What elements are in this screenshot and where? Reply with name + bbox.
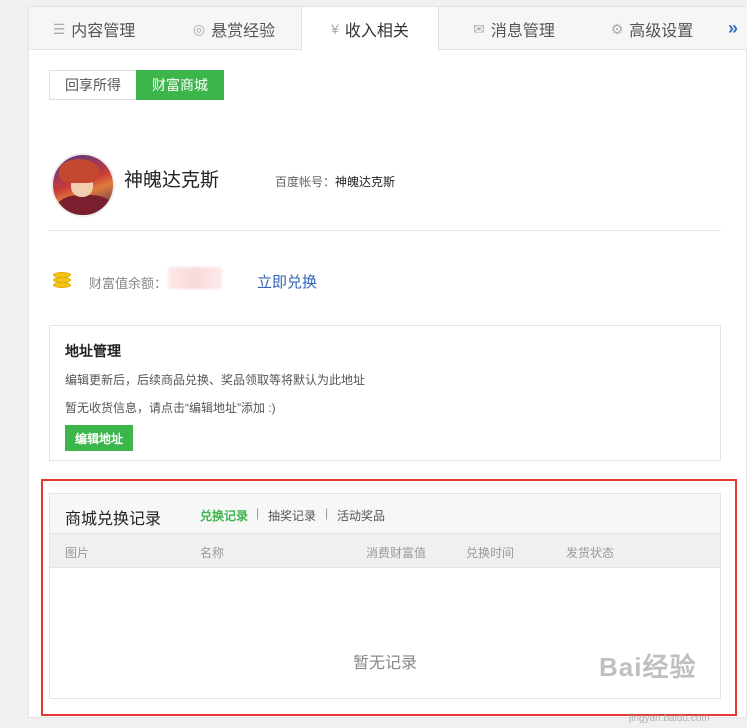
address-title: 地址管理 (65, 343, 121, 359)
records-table-header: 图片 名称 消费财富值 兑换时间 发货状态 (50, 534, 720, 568)
records-title: 商城兑换记录 (65, 511, 162, 528)
column-header-name: 名称 (200, 546, 225, 560)
tab-exchange-records[interactable]: 兑换记录 (200, 507, 248, 524)
tab-advanced-settings[interactable]: ⚙ 高级设置 (587, 7, 717, 50)
address-empty-hint: 暂无收货信息，请点击“编辑地址”添加 :) (65, 401, 276, 415)
account-value: 神魄达克斯 (335, 175, 396, 189)
tab-separator: | (325, 506, 329, 520)
sub-tabs: 回享所得 财富商城 (49, 70, 224, 100)
column-header-image: 图片 (65, 546, 90, 560)
coin-icon: ◎ (192, 20, 206, 37)
divider (49, 230, 721, 231)
tab-bounty-experience[interactable]: ◎ 悬赏经验 (169, 7, 299, 50)
coin-stack-icon (53, 270, 71, 288)
wealth-balance-value-blurred (168, 267, 222, 289)
address-management-box: 地址管理 编辑更新后，后续商品兑换、奖品领取等将默认为此地址 暂无收货信息，请点… (49, 325, 721, 461)
main-panel: ☰ 内容管理 ◎ 悬赏经验 ¥ 收入相关 ✉ 消息管理 ⚙ 高级设置 » 回享所… (28, 6, 747, 724)
baidu-jingyan-watermark: Bai经验 (599, 652, 697, 682)
wealth-balance-label: 财富值余额： (89, 276, 168, 291)
subtab-share-earnings[interactable]: 回享所得 (49, 70, 137, 100)
top-tabbar: ☰ 内容管理 ◎ 悬赏经验 ¥ 收入相关 ✉ 消息管理 ⚙ 高级设置 » (29, 7, 747, 51)
subtab-wealth-mall[interactable]: 财富商城 (136, 70, 224, 100)
tab-message-management[interactable]: ✉ 消息管理 (449, 7, 579, 50)
tab-lottery-records[interactable]: 抽奖记录 (268, 507, 316, 524)
column-header-shipping-status: 发货状态 (566, 546, 615, 560)
tab-label: 内容管理 (71, 22, 136, 40)
tab-content-management[interactable]: ☰ 内容管理 (29, 7, 159, 50)
tab-separator: | (256, 506, 260, 520)
exchange-now-link[interactable]: 立即兑换 (257, 271, 317, 292)
address-hint: 编辑更新后，后续商品兑换、奖品领取等将默认为此地址 (65, 373, 366, 387)
tab-label: 悬赏经验 (211, 22, 276, 40)
tab-label: 收入相关 (344, 23, 409, 40)
yen-icon: ¥ (331, 21, 339, 37)
tab-activity-prizes[interactable]: 活动奖品 (337, 507, 385, 524)
mail-icon: ✉ (473, 20, 485, 37)
avatar[interactable] (51, 153, 115, 217)
more-tabs-button[interactable]: » (718, 7, 747, 50)
records-header: 商城兑换记录 兑换记录 | 抽奖记录 | 活动奖品 (50, 494, 720, 534)
column-header-exchange-time: 兑换时间 (466, 546, 515, 560)
watermark-url: jingyan.baidu.com (629, 713, 710, 724)
tab-income[interactable]: ¥ 收入相关 (301, 7, 439, 51)
account-label: 百度帐号： (275, 175, 336, 189)
gear-icon: ⚙ (610, 20, 624, 37)
list-icon: ☰ (52, 20, 66, 37)
tab-label: 消息管理 (490, 22, 555, 40)
edit-address-button[interactable]: 编辑地址 (65, 425, 133, 451)
column-header-cost: 消费财富值 (366, 546, 427, 560)
tab-label: 高级设置 (629, 22, 694, 40)
username: 神魄达克斯 (124, 170, 220, 191)
